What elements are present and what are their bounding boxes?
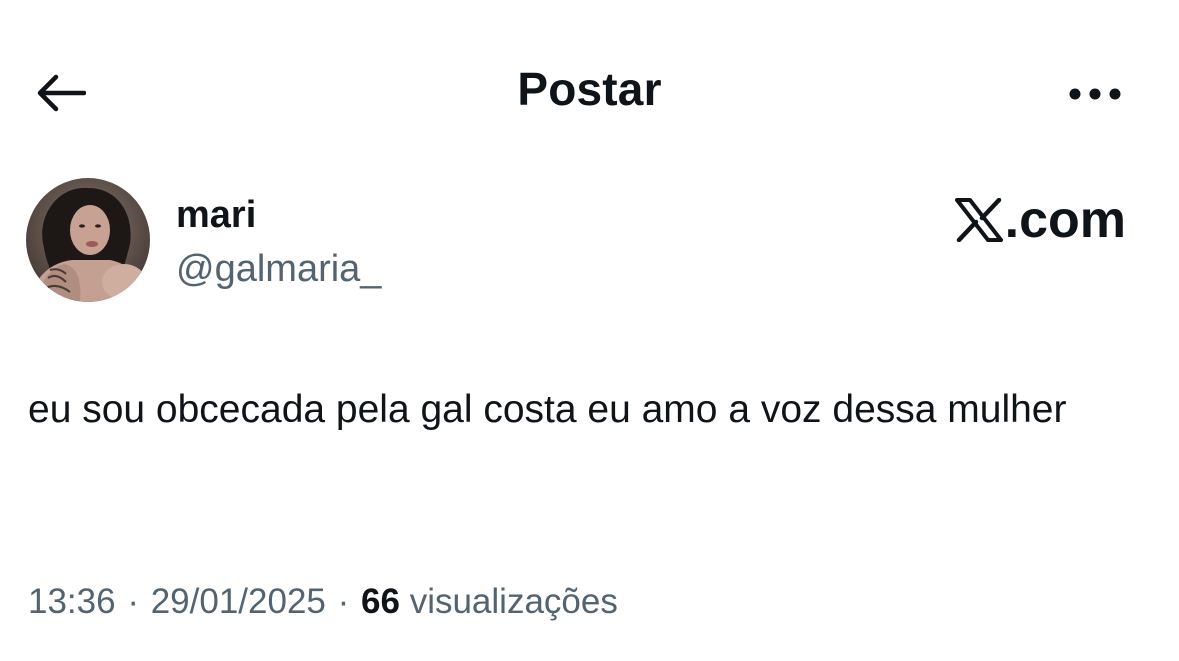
more-horizontal-icon [1069,88,1121,100]
top-bar: Postar [0,0,1179,185]
arrow-left-icon [37,74,86,112]
post-time[interactable]: 13:36 [28,582,116,621]
post-meta: 13:36 · 29/01/2025 · 66 visualizações [28,582,618,622]
avatar[interactable] [26,178,150,302]
brand-domain: .com [1004,191,1126,249]
brand-watermark: .com [954,191,1126,249]
more-options-button[interactable] [1060,72,1130,116]
post-date[interactable]: 29/01/2025 [151,582,326,621]
author-display-name[interactable]: mari [176,194,256,237]
meta-separator: · [127,582,139,621]
views-count[interactable]: 66 [361,582,400,621]
views-label: visualizações [409,582,618,621]
x-logo-icon [954,198,1003,242]
page-title: Postar [517,63,662,115]
page-title-wrap: Postar [0,62,1179,116]
avatar-photo [26,178,150,302]
author-handle[interactable]: @galmaria_ [176,248,381,291]
post-author: mari @galmaria_ .com [26,178,1156,306]
post-text: eu sou obcecada pela gal costa eu amo a … [28,388,1067,431]
back-button[interactable] [30,66,90,120]
meta-separator: · [337,582,350,621]
